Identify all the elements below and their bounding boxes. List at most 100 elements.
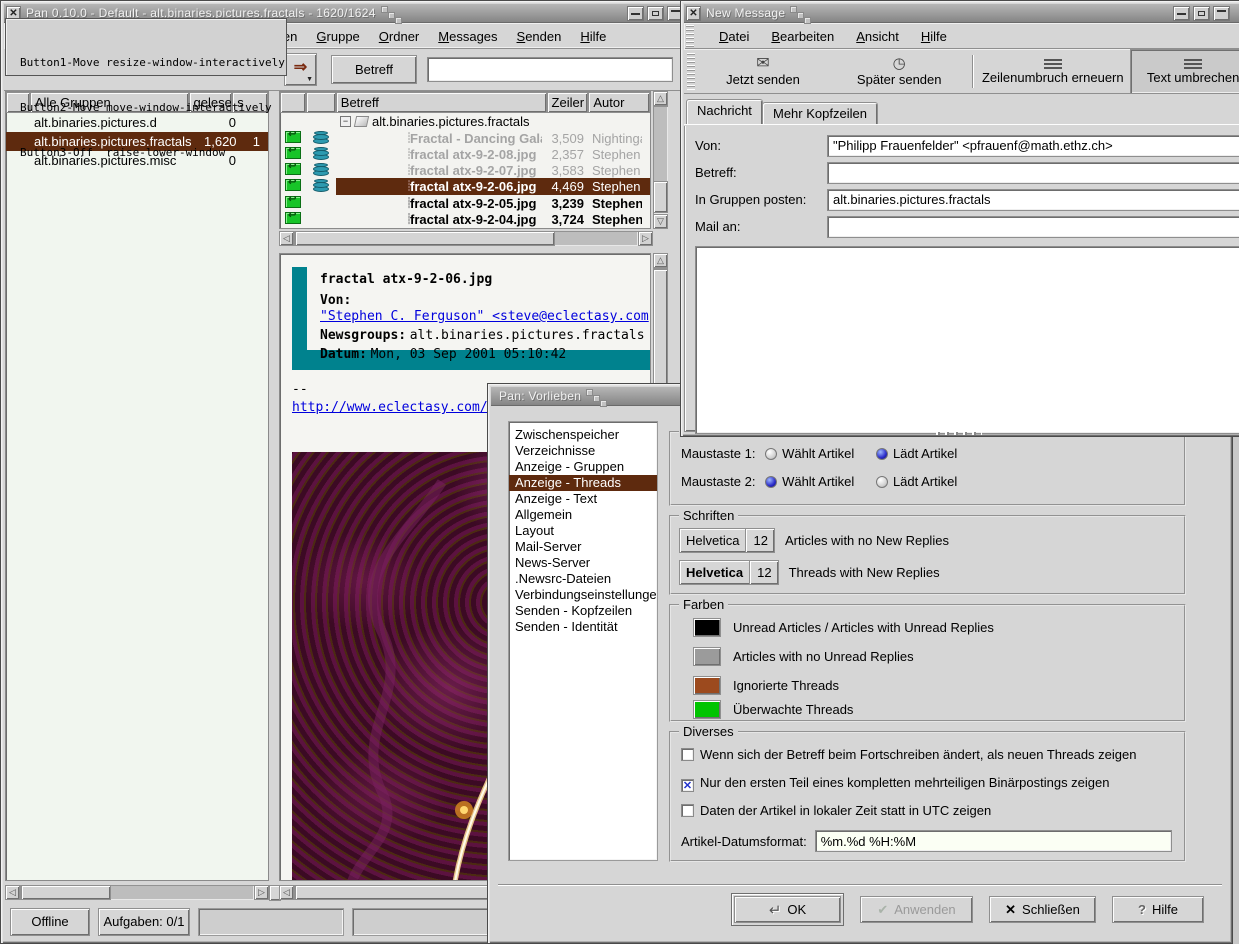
- menu-datei[interactable]: Datei: [719, 25, 749, 48]
- mouse2-opt1-label[interactable]: Wählt Artikel: [782, 474, 854, 489]
- prefs-nav-item[interactable]: .Newsrc-Dateien: [509, 571, 657, 587]
- mouse1-opt1-label[interactable]: Wählt Artikel: [782, 446, 854, 461]
- compose-titlebar[interactable]: ✕ New Message: [684, 4, 1239, 23]
- from-input[interactable]: [827, 135, 1239, 157]
- color-swatch[interactable]: [693, 618, 721, 637]
- rewrap-button[interactable]: Zeilenumbruch erneuern: [975, 49, 1130, 94]
- maximize-button[interactable]: [1193, 6, 1210, 21]
- minimize-button[interactable]: [627, 6, 644, 21]
- maximize-button[interactable]: [647, 6, 664, 21]
- binary-complete-icon: [285, 179, 301, 191]
- close-button[interactable]: ✕ Schließen: [989, 896, 1096, 923]
- help-button[interactable]: ? Hilfe: [1112, 896, 1204, 923]
- menu-messages[interactable]: Messages: [438, 25, 497, 48]
- headers-scroll-down[interactable]: ▽: [653, 214, 668, 229]
- hdr-col-icon2[interactable]: [306, 92, 336, 113]
- prefs-nav-item[interactable]: Anzeige - Gruppen: [509, 459, 657, 475]
- menubar-grip[interactable]: [686, 25, 694, 47]
- apply-button[interactable]: ✔ Anwenden: [860, 896, 973, 923]
- message-body-textarea[interactable]: [695, 246, 1239, 434]
- hdr-col-lines[interactable]: Zeiler: [547, 92, 589, 113]
- checkbox-unchecked-icon[interactable]: [681, 804, 694, 817]
- from-address-link[interactable]: "Stephen C. Ferguson" <steve@eclectasy.c…: [320, 309, 649, 324]
- subject-input[interactable]: [827, 162, 1239, 184]
- font-picker-button[interactable]: Helvetica 12: [679, 560, 779, 585]
- close-icon[interactable]: ✕: [686, 6, 701, 21]
- radio-unchecked-icon[interactable]: [765, 448, 777, 460]
- menu-ordner[interactable]: Ordner: [379, 25, 419, 48]
- send-now-button[interactable]: ✉ Jetzt senden: [698, 49, 828, 94]
- prefs-nav-item[interactable]: Zwischenspeicher: [509, 427, 657, 443]
- body-scroll-up[interactable]: △: [653, 253, 668, 268]
- minimize-button[interactable]: [1173, 6, 1190, 21]
- prefs-nav-item-selected[interactable]: Anzeige - Threads: [509, 475, 657, 491]
- menu-ansicht[interactable]: Ansicht: [856, 25, 899, 48]
- font-picker-button[interactable]: Helvetica 12: [679, 528, 775, 553]
- newsgroups-input[interactable]: [827, 189, 1239, 211]
- group-scroll-left[interactable]: ◁: [5, 885, 20, 900]
- headers-scroll-up[interactable]: △: [653, 91, 668, 106]
- headers-vscroll-thumb[interactable]: [653, 181, 668, 213]
- menu-gruppe[interactable]: Gruppe: [316, 25, 359, 48]
- mailto-input[interactable]: [827, 216, 1239, 238]
- article-row-selected[interactable]: ┊ fractal atx-9-2-06.jpg 4,469 Stephen C: [280, 178, 650, 195]
- headers-hscroll-thumb[interactable]: [295, 231, 555, 246]
- ok-button[interactable]: ↵ OK: [734, 896, 841, 923]
- hdr-col-subject[interactable]: Betreff: [336, 92, 547, 113]
- article-row[interactable]: ┊ fractal atx-9-2-04.jpg 3,724 Stephen C: [280, 211, 650, 227]
- body-scroll-left[interactable]: ◁: [279, 885, 294, 900]
- radio-checked-icon[interactable]: [765, 476, 777, 488]
- mouse2-opt2-label[interactable]: Lädt Artikel: [893, 474, 957, 489]
- radio-unchecked-icon[interactable]: [876, 476, 888, 488]
- article-row[interactable]: ┊ Fractal - Dancing Galaxy 3,509 Nightin…: [280, 130, 650, 146]
- menu-hilfe[interactable]: Hilfe: [580, 25, 606, 48]
- date-format-input[interactable]: [815, 830, 1172, 852]
- shade-button[interactable]: [1213, 6, 1230, 21]
- prefs-nav-item[interactable]: Senden - Identität: [509, 619, 657, 635]
- checkbox-unchecked-icon[interactable]: [681, 748, 694, 761]
- prefs-nav-item[interactable]: Verzeichnisse: [509, 443, 657, 459]
- prefs-nav-item[interactable]: Anzeige - Text: [509, 491, 657, 507]
- checkbox-checked-icon[interactable]: ✕: [681, 779, 694, 792]
- prefs-nav-item[interactable]: News-Server: [509, 555, 657, 571]
- hdr-col-author[interactable]: Autor: [588, 92, 650, 113]
- thread-root-row[interactable]: − alt.binaries.pictures.fractals: [280, 113, 650, 130]
- filter-input[interactable]: [427, 57, 673, 82]
- group-scroll-right[interactable]: ▷: [254, 885, 269, 900]
- resize-grip-dots[interactable]: [936, 432, 982, 435]
- headers-scroll-right[interactable]: ▷: [638, 231, 653, 246]
- menu-bearbeiten[interactable]: Bearbeiten: [771, 25, 834, 48]
- color-swatch[interactable]: [693, 647, 721, 666]
- mouse1-opt2-label[interactable]: Lädt Artikel: [893, 446, 957, 461]
- article-row[interactable]: ┊ fractal atx-9-2-08.jpg 2,357 Stephen C: [280, 146, 650, 162]
- filter-field-button[interactable]: Betreff: [331, 55, 417, 84]
- article-row[interactable]: ┊ fractal atx-9-2-05.jpg 3,239 Stephen C: [280, 195, 650, 211]
- headers-scroll-left[interactable]: ◁: [279, 231, 294, 246]
- task-manager-button[interactable]: Aufgaben: 0/1: [98, 908, 190, 936]
- prefs-nav-item[interactable]: Layout: [509, 523, 657, 539]
- body-url-link[interactable]: http://www.eclectasy.com/Ite: [292, 400, 511, 415]
- group-hscroll-thumb[interactable]: [21, 885, 111, 900]
- color-swatch[interactable]: [693, 676, 721, 695]
- radio-checked-icon[interactable]: [876, 448, 888, 460]
- menu-hilfe[interactable]: Hilfe: [921, 25, 947, 48]
- misc-checkbox-label[interactable]: Daten der Artikel in lokaler Zeit statt …: [700, 803, 991, 818]
- prefs-nav-item[interactable]: Senden - Kopfzeilen: [509, 603, 657, 619]
- font-name: Helvetica: [686, 533, 739, 548]
- wrap-toggle-button[interactable]: Text umbrechen: [1130, 49, 1239, 94]
- tab-nachricht[interactable]: Nachricht: [686, 99, 763, 126]
- send-later-button[interactable]: ◷ Später senden: [828, 49, 970, 94]
- menu-senden[interactable]: Senden: [517, 25, 562, 48]
- toolbar-grip[interactable]: [687, 53, 695, 90]
- misc-checkbox-label[interactable]: Wenn sich der Betreff beim Fortschreiben…: [700, 747, 1136, 762]
- thread-filter-button[interactable]: ⇒ ▼: [284, 53, 317, 86]
- misc-checkbox-label[interactable]: Nur den ersten Teil eines kompletten meh…: [700, 775, 1110, 790]
- color-swatch[interactable]: [693, 700, 721, 719]
- collapse-icon[interactable]: −: [340, 116, 351, 127]
- prefs-nav-item[interactable]: Mail-Server: [509, 539, 657, 555]
- prefs-nav-item[interactable]: Verbindungseinstellungen: [509, 587, 657, 603]
- prefs-nav-item[interactable]: Allgemein: [509, 507, 657, 523]
- offline-indicator[interactable]: Offline: [10, 908, 90, 936]
- tab-mehr-kopfzeilen[interactable]: Mehr Kopfzeilen: [762, 102, 878, 126]
- article-row[interactable]: ┊ fractal atx-9-2-07.jpg 3,583 Stephen C: [280, 162, 650, 178]
